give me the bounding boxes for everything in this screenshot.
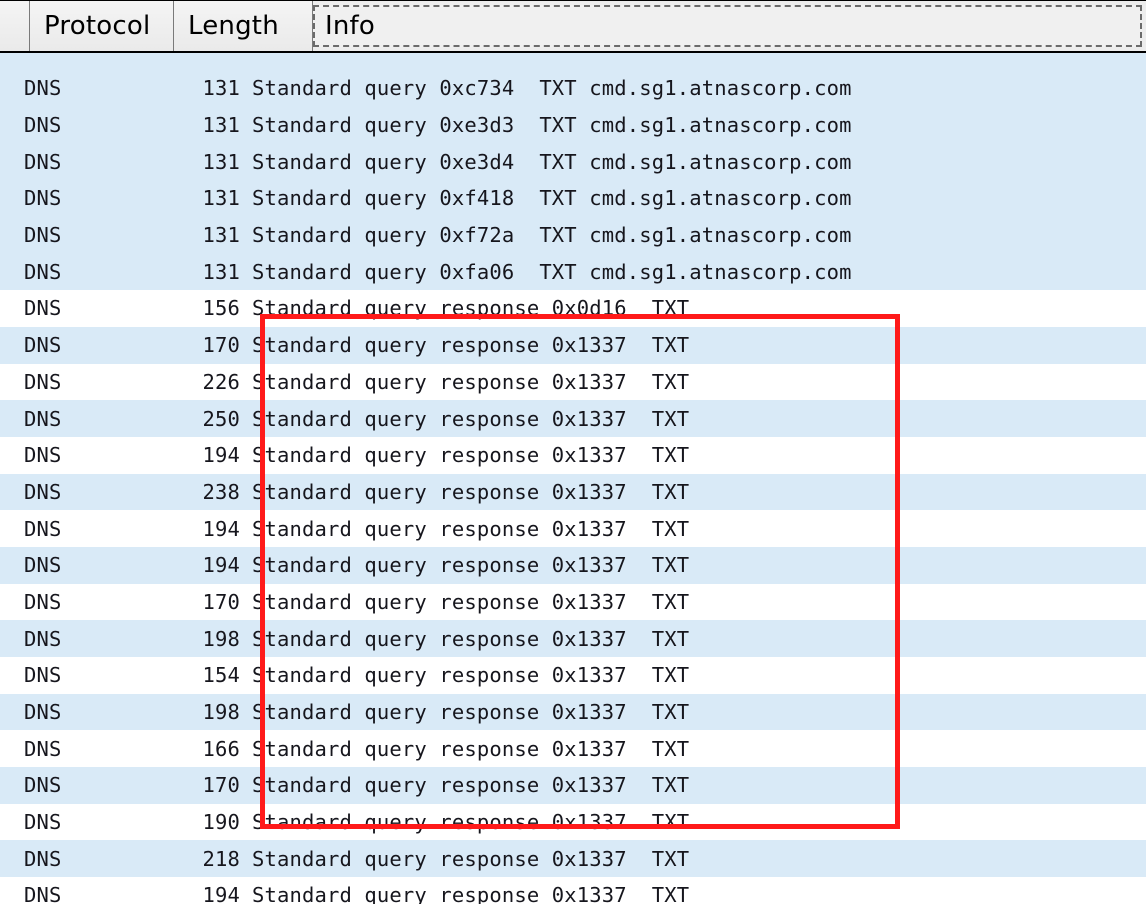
cell-info: Standard query 0xf72a TXT cmd.sg1.atnasc…	[252, 223, 852, 247]
column-header-info[interactable]: Info	[313, 5, 1142, 47]
cell-protocol: DNS	[24, 553, 112, 577]
cell-protocol: DNS	[24, 223, 112, 247]
table-row[interactable]: DNS194Standard query response 0x1337 TXT	[0, 437, 1146, 474]
cell-protocol: DNS	[24, 370, 112, 394]
table-row[interactable]: DNS198Standard query response 0x1337 TXT	[0, 620, 1146, 657]
table-row[interactable]: DNS170Standard query response 0x1337 TXT	[0, 327, 1146, 364]
cell-protocol: DNS	[24, 443, 112, 467]
cell-protocol: DNS	[24, 296, 112, 320]
table-row[interactable]: DNS166Standard query response 0x1337 TXT	[0, 730, 1146, 767]
cell-length: 194	[112, 517, 252, 541]
cell-info: Standard query response 0x0d16 TXT	[252, 296, 689, 320]
cell-info: Standard query response 0x1337 TXT	[252, 333, 689, 357]
table-row[interactable]: DNS238Standard query response 0x1337 TXT	[0, 474, 1146, 511]
column-header-protocol[interactable]: Protocol	[30, 1, 174, 51]
cell-info: Standard query response 0x1337 TXT	[252, 370, 689, 394]
cell-info: Standard query response 0x1337 TXT	[252, 590, 689, 614]
cell-protocol: DNS	[24, 480, 112, 504]
cell-length: 198	[112, 627, 252, 651]
table-row[interactable]: DNS226Standard query response 0x1337 TXT	[0, 364, 1146, 401]
table-row[interactable]: DNS131Standard query 0xc734 TXT cmd.sg1.…	[0, 70, 1146, 107]
cell-length: 218	[112, 847, 252, 871]
table-row[interactable]: DNS198Standard query response 0x1337 TXT	[0, 694, 1146, 731]
cell-length: 190	[112, 810, 252, 834]
cell-protocol: DNS	[24, 260, 112, 284]
cell-length: 131	[112, 260, 252, 284]
cell-info: Standard query 0xe3d4 TXT cmd.sg1.atnasc…	[252, 150, 852, 174]
cell-length: 154	[112, 663, 252, 687]
cell-info: Standard query response 0x1337 TXT	[252, 553, 689, 577]
cell-length: 198	[112, 700, 252, 724]
cell-info: Standard query response 0x1337 TXT	[252, 773, 689, 797]
table-row[interactable]: DNS194Standard query response 0x1337 TXT	[0, 547, 1146, 584]
table-row[interactable]: DNS154Standard query response 0x1337 TXT	[0, 657, 1146, 694]
cell-length: 194	[112, 553, 252, 577]
table-row[interactable]: DNS131Standard query 0xe3d3 TXT cmd.sg1.…	[0, 107, 1146, 144]
cell-protocol: DNS	[24, 186, 112, 210]
table-row[interactable]: DNS194Standard query response 0x1337 TXT	[0, 510, 1146, 547]
table-row[interactable]: DNS131Standard query 0xf72a TXT cmd.sg1.…	[0, 217, 1146, 254]
table-row[interactable]: DNS194Standard query response 0x1337 TXT	[0, 877, 1146, 904]
cell-length: 226	[112, 370, 252, 394]
cell-protocol: DNS	[24, 810, 112, 834]
cell-protocol: DNS	[24, 700, 112, 724]
cell-protocol: DNS	[24, 76, 112, 100]
cell-length: 131	[112, 76, 252, 100]
column-header-length[interactable]: Length	[174, 1, 313, 51]
cell-info: Standard query 0xc734 TXT cmd.sg1.atnasc…	[252, 76, 852, 100]
cell-protocol: DNS	[24, 333, 112, 357]
cell-info: Standard query response 0x1337 TXT	[252, 480, 689, 504]
cell-info: Standard query response 0x1337 TXT	[252, 627, 689, 651]
cell-length: 166	[112, 737, 252, 761]
cell-info: Standard query response 0x1337 TXT	[252, 407, 689, 431]
cell-length: 156	[112, 296, 252, 320]
cell-length: 131	[112, 113, 252, 137]
packet-list-body[interactable]: DNS131Standard query 0xc734 TXT cmd.sg1.…	[0, 53, 1146, 904]
cell-length: 170	[112, 773, 252, 797]
cell-protocol: DNS	[24, 847, 112, 871]
cell-info: Standard query response 0x1337 TXT	[252, 737, 689, 761]
cell-info: Standard query 0xf418 TXT cmd.sg1.atnasc…	[252, 186, 852, 210]
cell-protocol: DNS	[24, 150, 112, 174]
cell-info: Standard query response 0x1337 TXT	[252, 847, 689, 871]
cell-length: 131	[112, 186, 252, 210]
table-row[interactable]: DNS170Standard query response 0x1337 TXT	[0, 584, 1146, 621]
table-row[interactable]: DNS131Standard query 0xe3d4 TXT cmd.sg1.…	[0, 143, 1146, 180]
cell-info: Standard query response 0x1337 TXT	[252, 700, 689, 724]
cell-info: Standard query response 0x1337 TXT	[252, 810, 689, 834]
cell-info: Standard query response 0x1337 TXT	[252, 883, 689, 904]
cell-protocol: DNS	[24, 663, 112, 687]
table-row[interactable]: DNS131Standard query 0xfa06 TXT cmd.sg1.…	[0, 253, 1146, 290]
table-row[interactable]: DNS250Standard query response 0x1337 TXT	[0, 400, 1146, 437]
cell-protocol: DNS	[24, 590, 112, 614]
cell-length: 131	[112, 223, 252, 247]
cell-protocol: DNS	[24, 517, 112, 541]
cell-info: Standard query response 0x1337 TXT	[252, 443, 689, 467]
header-spacer	[0, 1, 30, 51]
table-row-partial	[0, 53, 1146, 70]
cell-length: 170	[112, 590, 252, 614]
table-row[interactable]: DNS131Standard query 0xf418 TXT cmd.sg1.…	[0, 180, 1146, 217]
cell-protocol: DNS	[24, 407, 112, 431]
cell-length: 238	[112, 480, 252, 504]
cell-info: Standard query 0xfa06 TXT cmd.sg1.atnasc…	[252, 260, 852, 284]
cell-protocol: DNS	[24, 113, 112, 137]
cell-length: 250	[112, 407, 252, 431]
table-row[interactable]: DNS156Standard query response 0x0d16 TXT	[0, 290, 1146, 327]
cell-length: 170	[112, 333, 252, 357]
cell-protocol: DNS	[24, 883, 112, 904]
cell-protocol: DNS	[24, 737, 112, 761]
table-row[interactable]: DNS190Standard query response 0x1337 TXT	[0, 804, 1146, 841]
cell-protocol: DNS	[24, 627, 112, 651]
packet-list-header: Protocol Length Info	[0, 0, 1146, 53]
cell-info: Standard query response 0x1337 TXT	[252, 663, 689, 687]
cell-protocol: DNS	[24, 773, 112, 797]
cell-length: 194	[112, 443, 252, 467]
table-row[interactable]: DNS170Standard query response 0x1337 TXT	[0, 767, 1146, 804]
cell-info: Standard query response 0x1337 TXT	[252, 517, 689, 541]
cell-length: 131	[112, 150, 252, 174]
cell-length: 194	[112, 883, 252, 904]
cell-info: Standard query 0xe3d3 TXT cmd.sg1.atnasc…	[252, 113, 852, 137]
table-row[interactable]: DNS218Standard query response 0x1337 TXT	[0, 840, 1146, 877]
